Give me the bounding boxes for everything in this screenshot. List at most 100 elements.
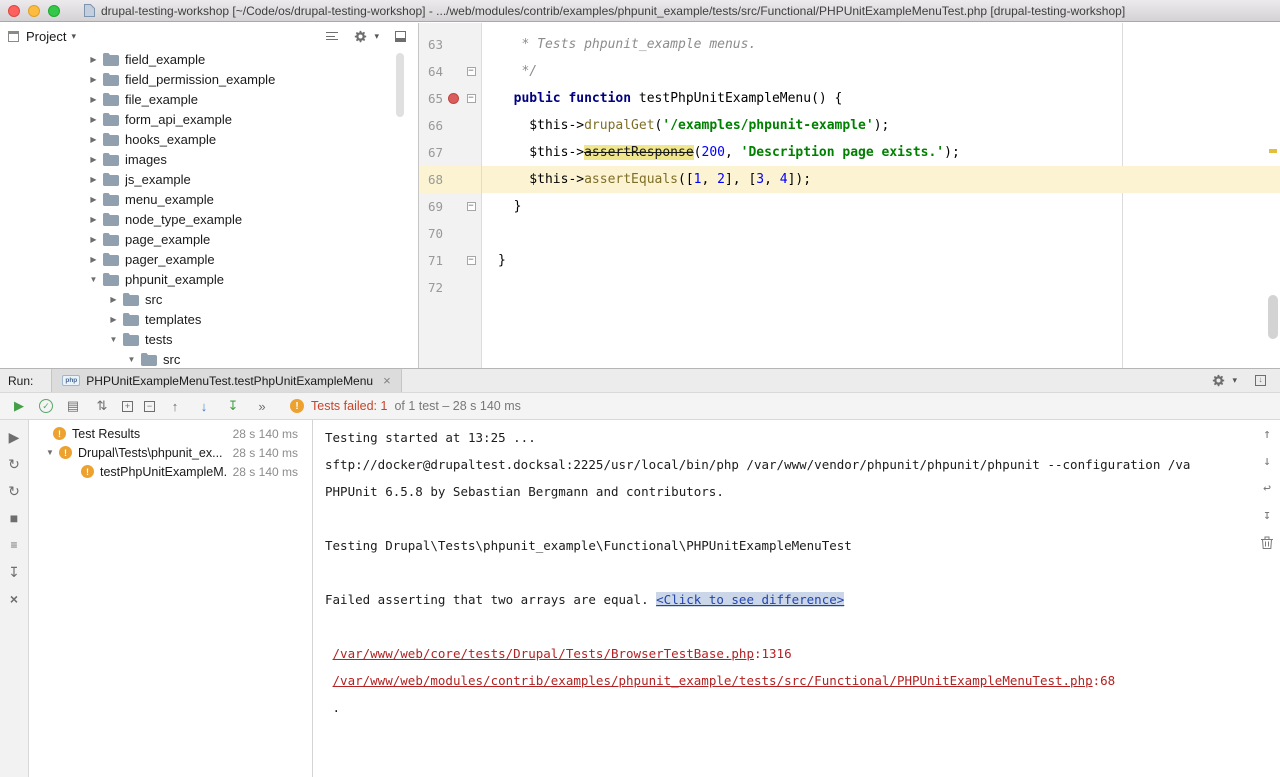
hide-passed-toggle[interactable]: ✓ bbox=[39, 399, 53, 413]
code-token: ( bbox=[694, 145, 702, 160]
settings-gear-icon[interactable]: ▾ bbox=[1212, 374, 1237, 387]
editor-code-area[interactable]: * Tests phpunit_example menus. */ public… bbox=[482, 23, 1280, 368]
test-node-label: testPhpUnitExampleM... bbox=[100, 465, 227, 479]
code-line-72[interactable] bbox=[482, 274, 1280, 301]
collapse-all-button[interactable]: − bbox=[144, 401, 155, 412]
sort-by-duration-toggle[interactable]: ⇅ bbox=[93, 397, 111, 415]
tree-item-phpunit-example[interactable]: ▼phpunit_example bbox=[0, 269, 418, 289]
gutter-row: 63 bbox=[419, 31, 481, 58]
zoom-window-button[interactable] bbox=[48, 5, 60, 17]
rerun-failed-tests-button[interactable]: ↻ bbox=[5, 455, 23, 473]
tree-item-images[interactable]: ▶images bbox=[0, 149, 418, 169]
chevron-right-icon[interactable]: ▶ bbox=[88, 55, 99, 64]
rerun-test-button[interactable]: ▶ bbox=[10, 397, 28, 415]
clear-console-button[interactable] bbox=[1257, 532, 1277, 552]
run-tab[interactable]: php PHPUnitExampleMenuTest.testPhpUnitEx… bbox=[51, 369, 401, 392]
console-line: PHPUnit 6.5.8 by Sebastian Bergmann and … bbox=[325, 478, 1250, 505]
chevron-down-icon[interactable]: ▼ bbox=[108, 335, 119, 344]
code-token: 1 bbox=[694, 172, 702, 187]
chevron-down-icon[interactable]: ▼ bbox=[88, 275, 99, 284]
hide-panel-icon[interactable] bbox=[395, 31, 406, 42]
tree-item-pager-example[interactable]: ▶pager_example bbox=[0, 249, 418, 269]
fold-icon[interactable]: − bbox=[467, 94, 476, 103]
code-line-71[interactable]: } bbox=[482, 247, 1280, 274]
project-scrollbar[interactable] bbox=[396, 53, 404, 117]
tree-item-field-permission-example[interactable]: ▶field_permission_example bbox=[0, 69, 418, 89]
breakpoint-icon[interactable] bbox=[448, 93, 459, 104]
tree-item-hooks-example[interactable]: ▶hooks_example bbox=[0, 129, 418, 149]
stop-button[interactable]: ■ bbox=[5, 509, 23, 527]
next-failed-test-button[interactable]: ↓ bbox=[195, 397, 213, 415]
code-token: , bbox=[764, 172, 780, 187]
close-tab-icon[interactable]: × bbox=[383, 373, 391, 388]
toolbar-overflow-chevron[interactable]: » bbox=[253, 397, 271, 415]
minimize-window-button[interactable] bbox=[28, 5, 40, 17]
code-line-68-current[interactable]: $this->assertEquals([1, 2], [3, 4]); bbox=[482, 166, 1280, 193]
rerun-button[interactable]: ▶ bbox=[5, 428, 23, 446]
fold-icon[interactable]: − bbox=[467, 202, 476, 211]
stacktrace-file-link[interactable]: /var/www/web/core/tests/Drupal/Tests/Bro… bbox=[333, 646, 754, 661]
scroll-up-button[interactable]: ↑ bbox=[1257, 424, 1277, 444]
tree-item-templates[interactable]: ▶templates bbox=[0, 309, 418, 329]
tree-item-form-api-example[interactable]: ▶form_api_example bbox=[0, 109, 418, 129]
test-console[interactable]: Testing started at 13:25 ... sftp://dock… bbox=[313, 420, 1280, 777]
expand-all-button[interactable]: + bbox=[122, 401, 133, 412]
test-method-row[interactable]: ! testPhpUnitExampleM... 28 s 140 ms bbox=[29, 462, 312, 481]
previous-failed-test-button[interactable]: ↑ bbox=[166, 397, 184, 415]
tree-item-menu-example[interactable]: ▶menu_example bbox=[0, 189, 418, 209]
test-results-root-row[interactable]: ! Test Results 28 s 140 ms bbox=[29, 424, 312, 443]
tree-item-tests[interactable]: ▼tests bbox=[0, 329, 418, 349]
chevron-right-icon[interactable]: ▶ bbox=[88, 175, 99, 184]
code-line-63[interactable]: * Tests phpunit_example menus. bbox=[482, 31, 1280, 58]
chevron-right-icon[interactable]: ▶ bbox=[88, 95, 99, 104]
warning-stripe-mark[interactable] bbox=[1269, 149, 1277, 153]
editor-scrollbar[interactable] bbox=[1268, 295, 1278, 339]
collapse-all-icon[interactable] bbox=[326, 32, 338, 40]
code-line-65[interactable]: public function testPhpUnitExampleMenu()… bbox=[482, 85, 1280, 112]
fold-icon[interactable]: − bbox=[467, 67, 476, 76]
toggle-auto-test-button[interactable]: ↻ bbox=[5, 482, 23, 500]
chevron-right-icon[interactable]: ▶ bbox=[88, 255, 99, 264]
chevron-right-icon[interactable]: ▶ bbox=[88, 115, 99, 124]
tree-item-js-example[interactable]: ▶js_example bbox=[0, 169, 418, 189]
scroll-down-button[interactable]: ↓ bbox=[1257, 451, 1277, 471]
close-window-button[interactable] bbox=[8, 5, 20, 17]
chevron-down-icon[interactable]: ▾ bbox=[71, 31, 76, 42]
code-line-67[interactable]: $this->assertResponse(200, 'Description … bbox=[482, 139, 1280, 166]
import-test-results-icon[interactable]: ↧ bbox=[224, 397, 242, 415]
export-test-results-button[interactable]: ↧ bbox=[5, 563, 23, 581]
code-line-70[interactable] bbox=[482, 220, 1280, 247]
chevron-down-icon[interactable]: ▼ bbox=[126, 355, 137, 364]
show-passed-panel-icon[interactable]: ▤ bbox=[64, 397, 82, 415]
chevron-right-icon[interactable]: ▶ bbox=[88, 135, 99, 144]
chevron-right-icon[interactable]: ▶ bbox=[88, 235, 99, 244]
chevron-right-icon[interactable]: ▶ bbox=[108, 315, 119, 324]
project-tool-button[interactable]: Project bbox=[26, 29, 66, 44]
settings-gear-icon[interactable]: ▾ bbox=[354, 30, 379, 43]
code-line-64[interactable]: */ bbox=[482, 58, 1280, 85]
code-token: 3 bbox=[756, 172, 764, 187]
dock-window-icon[interactable]: ↓ bbox=[1255, 375, 1266, 386]
chevron-right-icon[interactable]: ▶ bbox=[88, 75, 99, 84]
tree-item-field-example[interactable]: ▶field_example bbox=[0, 49, 418, 69]
tree-item-page-example[interactable]: ▶ page_example bbox=[0, 229, 418, 249]
chevron-right-icon[interactable]: ▶ bbox=[88, 215, 99, 224]
scroll-to-end-button[interactable]: ↧ bbox=[1257, 505, 1277, 525]
fold-icon[interactable]: − bbox=[467, 256, 476, 265]
tree-item-src[interactable]: ▶src bbox=[0, 289, 418, 309]
tree-item-file-example[interactable]: ▶file_example bbox=[0, 89, 418, 109]
chevron-right-icon[interactable]: ▶ bbox=[88, 195, 99, 204]
chevron-down-icon[interactable]: ▼ bbox=[45, 448, 55, 457]
tree-item-tests-src[interactable]: ▼src bbox=[0, 349, 418, 368]
test-suite-row[interactable]: ▼ ! Drupal\Tests\phpunit_ex... 28 s 140 … bbox=[29, 443, 312, 462]
chevron-right-icon[interactable]: ▶ bbox=[108, 295, 119, 304]
tree-item-label: page_example bbox=[125, 232, 210, 247]
soft-wrap-toggle[interactable]: ↩ bbox=[1257, 478, 1277, 498]
stacktrace-file-link[interactable]: /var/www/web/modules/contrib/examples/ph… bbox=[333, 673, 1093, 688]
chevron-right-icon[interactable]: ▶ bbox=[88, 155, 99, 164]
see-difference-link[interactable]: <Click to see difference> bbox=[656, 592, 844, 607]
code-line-66[interactable]: $this->drupalGet('/examples/phpunit-exam… bbox=[482, 112, 1280, 139]
tree-item-node-type-example[interactable]: ▶node_type_example bbox=[0, 209, 418, 229]
code-line-69[interactable]: } bbox=[482, 193, 1280, 220]
close-run-window-button[interactable]: × bbox=[5, 590, 23, 608]
